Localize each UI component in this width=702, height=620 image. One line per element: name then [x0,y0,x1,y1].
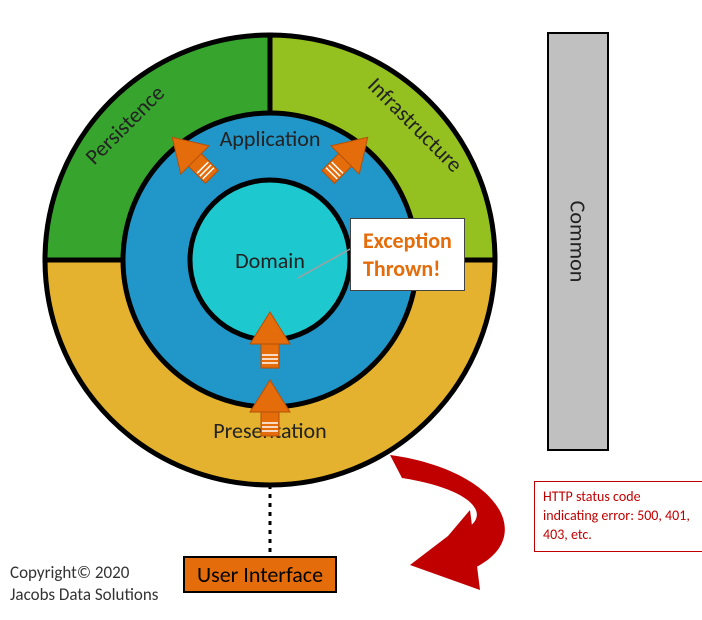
user-interface-label: User Interface [197,561,323,588]
copyright-line2: Jacobs Data Solutions [10,584,158,606]
copyright-line1: Copyright© 2020 [10,562,158,584]
http-status-text: HTTP status code indicating error: 500, … [543,488,690,543]
exception-line1: Exception [363,227,452,255]
red-curve-arrow [390,455,505,590]
copyright: Copyright© 2020 Jacobs Data Solutions [10,562,158,606]
exception-callout: Exception Thrown! [350,218,465,291]
label-application: Application [220,125,321,152]
http-status-box: HTTP status code indicating error: 500, … [534,481,702,552]
label-domain: Domain [235,247,305,274]
exception-line2: Thrown! [363,255,452,283]
label-common: Common [565,201,592,283]
user-interface-box: User Interface [183,556,337,593]
diagram-stage: Persistence Infrastructure Presentation … [0,0,702,620]
common-bar: Common [547,32,609,451]
